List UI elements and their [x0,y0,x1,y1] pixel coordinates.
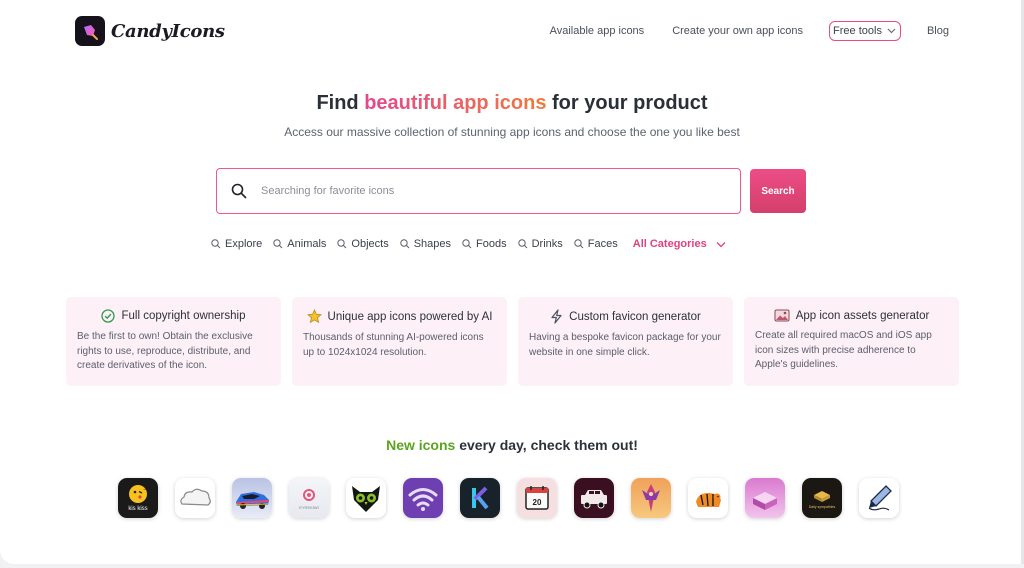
app-icon-caption: EYREKIWI [299,505,319,510]
hero-subtitle: Access our massive collection of stunnin… [284,125,740,139]
app-icon-caption: Daily sympathies [808,505,836,509]
category-drinks[interactable]: Drinks [517,238,563,250]
tray-app-icon[interactable]: Daily sympathies [802,478,842,518]
new-icons-highlight: New icons [386,437,456,453]
category-explore[interactable]: Explore [211,238,262,250]
race-car-app-icon[interactable] [232,478,272,518]
feature-body: Create all required macOS and iOS app ic… [755,330,932,370]
category-label: Objects [351,238,389,250]
search-icon [400,239,410,249]
jeep-app-icon[interactable] [574,478,614,518]
search-icon [574,239,584,249]
app-icon-caption: kis kiss [128,506,148,512]
feature-card-ai: Unique app icons powered by AI Thousands… [292,297,507,386]
chevron-down-icon [716,241,726,247]
free-tools-label: Free tools [833,25,882,37]
all-categories-label: All Categories [632,238,707,250]
category-bar: Explore Animals Objects Shapes Foods Dri… [211,238,737,250]
hero-title-suffix: for your product [546,92,708,114]
calendar-app-icon[interactable]: 20 [517,478,557,518]
category-label: Explore [225,238,263,250]
star-icon [306,309,322,324]
new-icons-title: New icons every day, check them out! [0,437,1024,453]
top-nav: Available app icons Create your own app … [522,21,949,41]
feature-title: App icon assets generator [795,309,930,322]
new-icons-row: kis kiss EYREKIWI 20 Daily sympathies [118,478,899,518]
search-icon [517,239,527,249]
feature-body: Be the first to own! Obtain the exclusiv… [77,331,253,371]
kiss-face-app-icon[interactable]: kis kiss [118,478,158,518]
category-label: Animals [287,238,327,250]
feature-title: Unique app icons powered by AI [327,310,493,323]
category-faces[interactable]: Faces [574,238,618,250]
letter-k-app-icon[interactable] [460,478,500,518]
search-input[interactable] [261,185,701,197]
feature-title: Full copyright ownership [121,310,246,322]
category-objects[interactable]: Objects [337,238,389,250]
owl-app-icon[interactable] [346,478,386,518]
category-shapes[interactable]: Shapes [400,238,451,250]
pink-box-app-icon[interactable] [745,478,785,518]
category-animals[interactable]: Animals [273,238,326,250]
candy-logo-icon [75,16,105,46]
search-button[interactable]: Search [750,169,806,213]
feature-title: Custom favicon generator [569,310,701,323]
app-icon-caption: 20 [532,498,542,507]
category-label: Foods [476,238,507,250]
cloud-app-icon[interactable] [175,478,215,518]
page: CandyIcons Available app icons Create yo… [0,0,1024,564]
category-label: Shapes [413,238,452,250]
hero-title-prefix: Find [316,92,365,114]
brand-logo[interactable]: CandyIcons [75,16,225,46]
chevron-down-icon [887,28,896,34]
ornament-app-icon[interactable] [631,478,671,518]
category-label: Faces [587,238,618,250]
feature-card-favicon: Custom favicon generator Having a bespok… [518,297,733,386]
lightning-icon [551,309,562,324]
hero-title-highlight: beautiful app icons [364,92,547,114]
nav-available-icons[interactable]: Available app icons [550,25,645,37]
nav-create-icons[interactable]: Create your own app icons [672,25,803,37]
category-foods[interactable]: Foods [462,238,507,250]
new-icons-title-rest: every day, check them out! [455,437,638,453]
hero-title: Find beautiful app icons for your produc… [0,92,1024,115]
feature-card-copyright: Full copyright ownership Be the first to… [66,297,281,386]
search-icon [211,239,221,249]
feature-body: Thousands of stunning AI-powered icons u… [303,332,484,358]
circle-logo-app-icon[interactable]: EYREKIWI [289,478,329,518]
feature-body: Having a bespoke favicon package for you… [529,332,721,358]
search-icon [337,239,347,249]
feature-card-assets: App icon assets generator Create all req… [744,297,959,386]
search-icon [462,239,472,249]
nav-blog[interactable]: Blog [927,25,949,37]
search-box [216,168,741,214]
image-icon [774,309,790,322]
brand-name: CandyIcons [111,20,225,42]
pencil-app-icon[interactable] [859,478,899,518]
all-categories-dropdown[interactable]: All Categories [633,238,726,250]
check-circle-icon [101,309,116,323]
category-label: Drinks [531,238,563,250]
search-icon [273,239,283,249]
feature-cards: Full copyright ownership Be the first to… [66,297,959,386]
free-tools-dropdown[interactable]: Free tools [829,21,901,41]
tiger-app-icon[interactable] [688,478,728,518]
search-icon [231,183,247,199]
wifi-app-icon[interactable] [403,478,443,518]
